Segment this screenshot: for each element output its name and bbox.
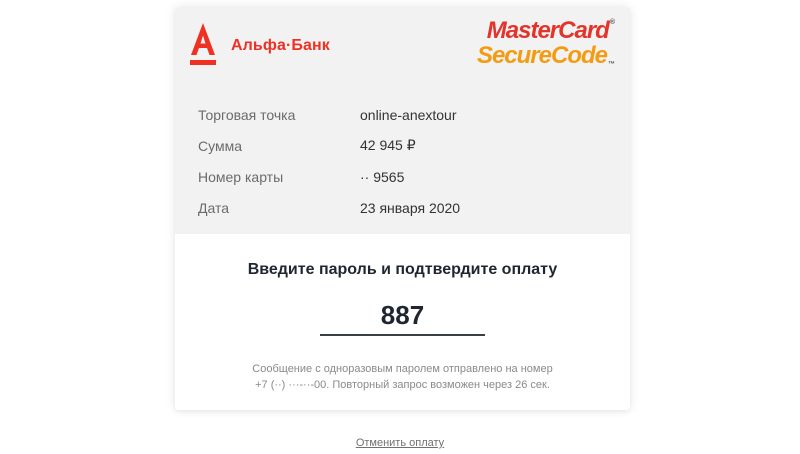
merchant-value: online-anextour <box>360 106 457 123</box>
registered-mark: ® <box>609 19 615 26</box>
sms-notice: Сообщение с одноразовым паролем отправле… <box>175 361 630 393</box>
date-label: Дата <box>198 199 230 216</box>
logo-line-mastercard: MasterCard <box>486 17 610 44</box>
transaction-details: Торговая точка online-anextour Сумма 42 … <box>198 99 598 223</box>
cancel-payment-container: Отменить оплату <box>0 437 800 449</box>
merchant-label: Торговая точка <box>198 106 296 123</box>
detail-row-amount: Сумма 42 945 ₽ <box>198 130 598 161</box>
cancel-payment-link[interactable]: Отменить оплату <box>356 437 444 449</box>
confirmation-section: Введите пароль и подтвердите оплату Сооб… <box>175 234 630 410</box>
alfa-a-icon <box>189 23 217 66</box>
amount-value: 42 945 ₽ <box>360 137 416 153</box>
card-number-label: Номер карты <box>198 168 284 185</box>
bank-logo: Альфа·Банк <box>189 23 330 66</box>
trademark-mark: ™ <box>608 61 615 68</box>
date-value: 23 января 2020 <box>360 199 461 216</box>
mastercard-securecode-logo: MasterCard® SecureCode™ <box>476 17 615 69</box>
amount-label: Сумма <box>198 137 242 154</box>
payment-card: Альфа·Банк MasterCard® SecureCode™ Торго… <box>175 7 630 410</box>
detail-row-merchant: Торговая точка online-anextour <box>198 99 598 130</box>
detail-row-date: Дата 23 января 2020 <box>198 192 598 223</box>
card-number-value: ·· 9565 <box>360 168 405 185</box>
sms-notice-line-2: +7 (··) ···-··-00. Повторный запрос возм… <box>255 379 550 391</box>
confirm-prompt: Введите пароль и подтвердите оплату <box>247 261 558 278</box>
one-time-password-input[interactable] <box>320 296 485 336</box>
logo-line-securecode: SecureCode <box>476 42 608 69</box>
detail-row-card-number: Номер карты ·· 9565 <box>198 161 598 192</box>
transaction-header: Альфа·Банк MasterCard® SecureCode™ Торго… <box>175 7 630 234</box>
sms-notice-line-1: Сообщение с одноразовым паролем отправле… <box>252 363 553 375</box>
bank-name: Альфа·Банк <box>231 37 330 54</box>
